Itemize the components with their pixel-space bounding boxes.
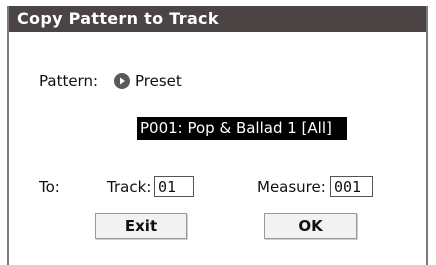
pattern-label: Pattern: [39,72,99,90]
track-label: Track: [107,178,152,196]
ok-button[interactable]: OK [264,213,357,239]
copy-pattern-dialog: Copy Pattern to Track Pattern: Preset P0… [7,6,428,265]
pattern-bank-value[interactable]: Preset [135,72,182,90]
measure-label: Measure: [257,178,326,196]
track-field[interactable]: 01 [154,176,194,197]
exit-button[interactable]: Exit [95,213,187,239]
to-label: To: [39,178,60,196]
pattern-select-field[interactable]: P001: Pop & Ballad 1 [All] [137,117,347,140]
measure-field[interactable]: 001 [330,176,373,197]
pattern-bank-popup-button[interactable] [114,73,130,89]
dialog-title: Copy Pattern to Track [9,6,426,32]
arrow-right-icon [120,77,125,85]
